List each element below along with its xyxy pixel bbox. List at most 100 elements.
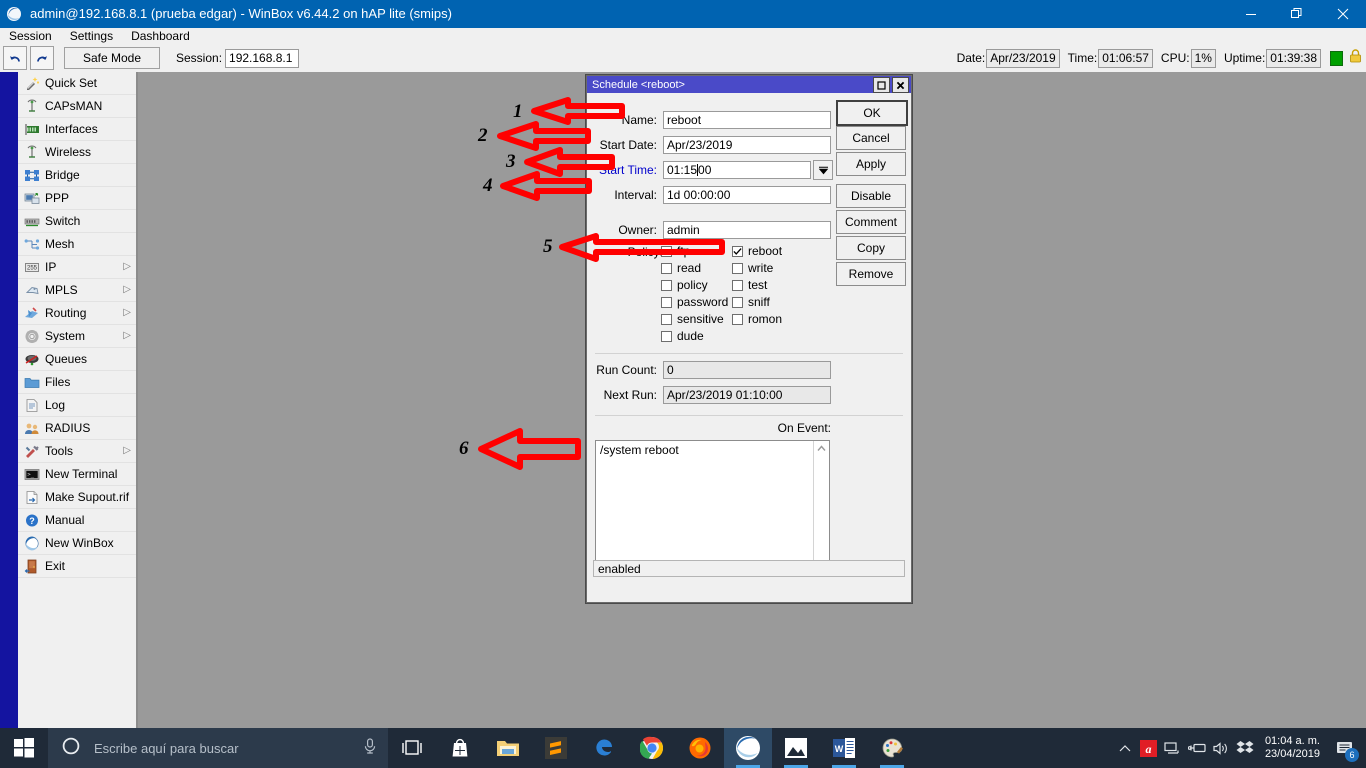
sidebar-item-bridge[interactable]: Bridge xyxy=(18,164,136,187)
vpn-icon[interactable] xyxy=(1185,728,1209,768)
checkbox[interactable] xyxy=(661,314,672,325)
safe-mode-button[interactable]: Safe Mode xyxy=(64,47,160,69)
policy-policy[interactable]: policy xyxy=(661,278,708,292)
cancel-button[interactable]: Cancel xyxy=(836,126,906,150)
sidebar-item-make-supout[interactable]: Make Supout.rif xyxy=(18,486,136,509)
checkbox[interactable] xyxy=(732,280,743,291)
sidebar-item-capsman[interactable]: CAPsMAN xyxy=(18,95,136,118)
session-value[interactable]: 192.168.8.1 xyxy=(225,49,299,68)
sidebar-item-new-terminal[interactable]: >_ New Terminal xyxy=(18,463,136,486)
checkbox-checked[interactable] xyxy=(732,246,743,257)
policy-read[interactable]: read xyxy=(661,261,701,275)
window-restore-button[interactable] xyxy=(1274,0,1320,28)
apply-button[interactable]: Apply xyxy=(836,152,906,176)
redo-arrow-icon[interactable] xyxy=(30,46,54,70)
sidebar-item-routing[interactable]: Routing ▷ xyxy=(18,302,136,325)
taskbar-paint[interactable] xyxy=(868,728,916,768)
winbox-logo-icon xyxy=(22,534,42,552)
undo-arrow-icon[interactable] xyxy=(3,46,27,70)
taskbar-firefox[interactable] xyxy=(676,728,724,768)
policy-sniff-label: sniff xyxy=(748,295,770,309)
interval-field[interactable]: 1d 00:00:00 xyxy=(663,186,831,204)
sidebar-item-label: Mesh xyxy=(42,237,74,251)
taskbar-sublime[interactable] xyxy=(532,728,580,768)
sidebar-item-tools[interactable]: Tools ▷ xyxy=(18,440,136,463)
policy-test[interactable]: test xyxy=(732,278,767,292)
sidebar-item-interfaces[interactable]: Interfaces xyxy=(18,118,136,141)
sidebar-item-log[interactable]: Log xyxy=(18,394,136,417)
policy-reboot[interactable]: reboot xyxy=(732,244,782,258)
on-event-scrollbar[interactable] xyxy=(813,441,829,576)
sidebar-item-mesh[interactable]: Mesh xyxy=(18,233,136,256)
task-view-icon[interactable] xyxy=(388,728,436,768)
menu-session[interactable]: Session xyxy=(0,28,61,44)
name-field[interactable]: reboot xyxy=(663,111,831,129)
taskbar-edge[interactable] xyxy=(580,728,628,768)
chevron-up-icon[interactable] xyxy=(1113,728,1137,768)
taskbar-photos[interactable] xyxy=(772,728,820,768)
sidebar-item-ip[interactable]: 255 IP ▷ xyxy=(18,256,136,279)
policy-password[interactable]: password xyxy=(661,295,728,309)
sidebar-item-mpls[interactable]: MPLS ▷ xyxy=(18,279,136,302)
sidebar-item-switch[interactable]: Switch xyxy=(18,210,136,233)
checkbox[interactable] xyxy=(661,263,672,274)
action-center-icon[interactable]: 6 xyxy=(1328,728,1362,768)
on-event-script[interactable]: /system reboot xyxy=(595,440,830,577)
policy-dude-label: dude xyxy=(677,329,704,343)
dialog-maximize-button[interactable] xyxy=(873,77,890,93)
checkbox[interactable] xyxy=(732,263,743,274)
sidebar-item-system[interactable]: System ▷ xyxy=(18,325,136,348)
chevron-right-icon: ▷ xyxy=(123,445,131,456)
taskbar-store[interactable] xyxy=(436,728,484,768)
policy-dude[interactable]: dude xyxy=(661,329,704,343)
sidebar-item-wireless[interactable]: Wireless xyxy=(18,141,136,164)
taskbar-clock[interactable]: 01:04 a. m. 23/04/2019 xyxy=(1257,735,1328,761)
checkbox[interactable] xyxy=(661,331,672,342)
disable-button[interactable]: Disable xyxy=(836,184,906,208)
window-minimize-button[interactable] xyxy=(1228,0,1274,28)
policy-sniff[interactable]: sniff xyxy=(732,295,770,309)
sidebar-item-exit[interactable]: Exit xyxy=(18,555,136,578)
sidebar-item-ppp[interactable]: PPP xyxy=(18,187,136,210)
owner-field[interactable]: admin xyxy=(663,221,831,239)
taskbar-explorer[interactable] xyxy=(484,728,532,768)
checkbox[interactable] xyxy=(732,314,743,325)
policy-write[interactable]: write xyxy=(732,261,773,275)
sidebar-item-manual[interactable]: ? Manual xyxy=(18,509,136,532)
start-time-field[interactable]: 01:1500 xyxy=(663,161,811,179)
menu-dashboard[interactable]: Dashboard xyxy=(122,28,199,44)
microphone-icon[interactable] xyxy=(362,737,378,760)
policy-sensitive[interactable]: sensitive xyxy=(661,312,724,326)
network-icon[interactable] xyxy=(1161,728,1185,768)
start-date-field[interactable]: Apr/23/2019 xyxy=(663,136,831,154)
dropbox-icon[interactable] xyxy=(1233,728,1257,768)
volume-icon[interactable] xyxy=(1209,728,1233,768)
comment-button[interactable]: Comment xyxy=(836,210,906,234)
sidebar-item-files[interactable]: Files xyxy=(18,371,136,394)
sidebar-item-new-winbox[interactable]: New WinBox xyxy=(18,532,136,555)
checkbox[interactable] xyxy=(661,246,672,257)
checkbox[interactable] xyxy=(732,297,743,308)
start-time-dropdown-icon[interactable] xyxy=(813,160,833,180)
search-input[interactable]: Escribe aquí para buscar xyxy=(48,728,388,768)
taskbar-chrome[interactable] xyxy=(628,728,676,768)
taskbar-word[interactable]: W xyxy=(820,728,868,768)
taskbar-winbox[interactable] xyxy=(724,728,772,768)
window-close-button[interactable] xyxy=(1320,0,1366,28)
checkbox[interactable] xyxy=(661,280,672,291)
ok-button[interactable]: OK xyxy=(836,100,908,126)
menu-settings[interactable]: Settings xyxy=(61,28,122,44)
sidebar-item-queues[interactable]: Queues xyxy=(18,348,136,371)
copy-button[interactable]: Copy xyxy=(836,236,906,260)
avira-icon[interactable]: a xyxy=(1137,728,1161,768)
policy-ftp[interactable]: ftp xyxy=(661,244,690,258)
chevron-up-icon[interactable] xyxy=(814,441,829,456)
sidebar-item-radius[interactable]: RADIUS xyxy=(18,417,136,440)
policy-romon[interactable]: romon xyxy=(732,312,782,326)
windows-start-icon[interactable] xyxy=(0,728,48,768)
remove-button[interactable]: Remove xyxy=(836,262,906,286)
sidebar-item-quick-set[interactable]: Quick Set xyxy=(18,72,136,95)
sidebar-item-label: Queues xyxy=(42,352,87,366)
checkbox[interactable] xyxy=(661,297,672,308)
dialog-close-button[interactable] xyxy=(892,77,909,93)
